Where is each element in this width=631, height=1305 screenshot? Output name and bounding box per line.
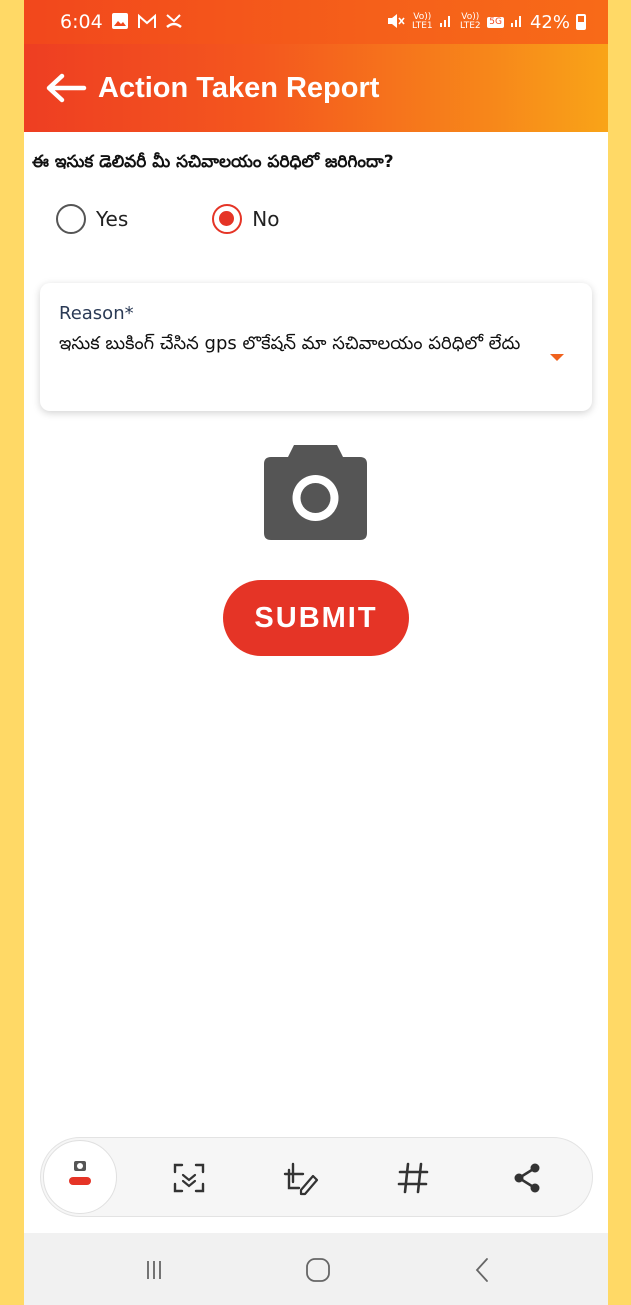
battery-percent: 42% — [529, 11, 570, 33]
recents-button[interactable] — [134, 1255, 174, 1285]
screenshot-thumbnail-icon — [69, 1161, 91, 1185]
share-button[interactable] — [507, 1158, 547, 1198]
screenshot-toolbar — [40, 1137, 593, 1217]
missed-call-icon — [165, 12, 183, 33]
reason-selected-value: ఇసుక బుకింగ్ చేసిన gps లొకేషన్ మా సచివాల… — [59, 333, 521, 354]
home-button[interactable] — [298, 1255, 338, 1285]
home-icon — [306, 1258, 330, 1282]
radio-group: Yes No — [56, 204, 280, 234]
scan-text-icon — [173, 1163, 205, 1193]
recents-icon — [147, 1261, 161, 1279]
edit-icon — [283, 1162, 319, 1196]
camera-icon — [264, 445, 367, 540]
gmail-icon — [137, 13, 157, 32]
network-1-label: Vo)) LTE1 — [411, 12, 433, 31]
signal-icon — [510, 14, 524, 31]
back-icon — [475, 1258, 488, 1282]
screenshot-thumbnail[interactable] — [43, 1140, 117, 1214]
submit-button[interactable]: SUBMIT — [223, 580, 409, 656]
system-nav-bar — [24, 1233, 608, 1305]
battery-icon — [576, 14, 586, 30]
radio-unchecked-icon[interactable] — [56, 204, 86, 234]
app-bar: Action Taken Report — [24, 44, 608, 132]
tag-icon — [397, 1162, 429, 1194]
page-title: Action Taken Report — [98, 71, 380, 104]
arrow-left-icon — [46, 73, 87, 103]
back-button[interactable] — [38, 60, 94, 116]
network-5g-label: 5G — [487, 16, 504, 28]
radio-option-yes[interactable]: Yes — [56, 204, 128, 234]
status-time: 6:04 — [60, 11, 103, 33]
question-text: ఈ ఇసుక డెలివరీ మీ సచివాలయం పరిధిలో జరిగి… — [32, 152, 394, 172]
tag-button[interactable] — [393, 1158, 433, 1198]
status-bar: 6:04 Vo)) LTE1 Vo)) LTE2 5G 42% — [24, 0, 608, 44]
radio-option-no[interactable]: No — [212, 204, 280, 234]
dropdown-arrow-icon[interactable] — [550, 354, 564, 361]
signal-icon — [439, 14, 453, 31]
network-2-label: Vo)) LTE2 — [459, 12, 481, 31]
reason-dropdown[interactable]: Reason* ఇసుక బుకింగ్ చేసిన gps లొకేషన్ మ… — [40, 283, 592, 411]
reason-label: Reason* — [59, 303, 134, 324]
edit-button[interactable] — [281, 1158, 321, 1198]
back-nav-button[interactable] — [462, 1255, 502, 1285]
camera-button[interactable] — [264, 445, 367, 540]
gallery-icon — [111, 12, 129, 33]
phone-screen: 6:04 Vo)) LTE1 Vo)) LTE2 5G 42% Action T… — [24, 0, 608, 1305]
mute-icon — [387, 13, 405, 32]
radio-label: No — [252, 207, 280, 231]
scan-text-button[interactable] — [169, 1158, 209, 1198]
share-icon — [514, 1163, 540, 1193]
radio-label: Yes — [96, 207, 129, 231]
radio-checked-icon[interactable] — [212, 204, 243, 234]
